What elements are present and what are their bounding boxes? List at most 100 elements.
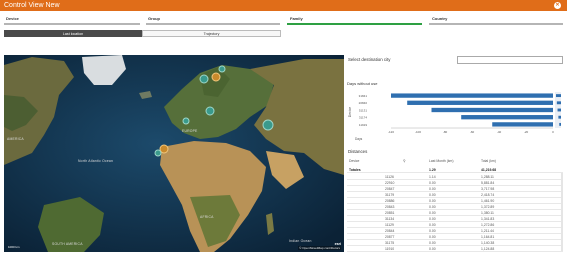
days-bar[interactable] (492, 122, 553, 127)
days-bar[interactable] (461, 115, 553, 120)
days-scroller-bar (557, 108, 561, 112)
days-without-use-title: Days without use (347, 81, 378, 86)
table-cell: 0.00 (429, 198, 436, 203)
map-label-indian-ocean: Indian Ocean (289, 239, 312, 243)
days-x-tick-label: -80 (443, 130, 448, 134)
days-chart-svg: Device 31841 20840 51131 31174 11919 -120 -100 -… (348, 92, 561, 141)
table-row[interactable]: 20877 0.00 1,164.81 (347, 234, 563, 240)
table-cell: 22910 (385, 180, 395, 185)
table-cell: 31134 (385, 216, 395, 221)
column-header[interactable]: Device (349, 159, 359, 163)
table-cell: 1,341.83 (481, 216, 495, 221)
table-cell: 20877 (385, 234, 395, 239)
table-cell: 0.00 (429, 216, 436, 221)
tab-trajectory[interactable]: Trajectory (142, 30, 281, 37)
table-cell: Totales (349, 167, 361, 172)
table-row[interactable]: 20886 0.00 1,461.90 (347, 198, 563, 204)
table-cell: 0.00 (429, 192, 436, 197)
column-header[interactable]: Total (km) (481, 159, 496, 163)
table-cell: 1.29 (429, 167, 436, 172)
filter-country-label[interactable]: Country (432, 16, 447, 21)
table-cell: 20847 (385, 186, 395, 191)
map-view[interactable]: AMERICA North Atlantic Ocean EUROPE AFRI… (4, 55, 344, 252)
days-scroller-bar (556, 101, 561, 105)
table-cell: 0.00 (429, 234, 436, 239)
filter-family-label[interactable]: Family (290, 16, 303, 21)
table-cell: 1,140.38 (481, 240, 495, 245)
table-row[interactable]: 20851 0.00 1,380.11 (347, 210, 563, 216)
days-bar[interactable] (407, 100, 553, 105)
table-row[interactable]: 31134 0.00 1,341.83 (347, 216, 563, 222)
cluster-marker[interactable] (262, 119, 274, 131)
column-header[interactable]: Last Month (km) (429, 159, 454, 163)
table-cell: 1,211.44 (481, 228, 494, 233)
table-row[interactable]: 22910 0.00 5,881.84 (347, 180, 563, 186)
table-cell: 0.00 (429, 180, 436, 185)
filter-group-track[interactable] (146, 23, 280, 25)
search-icon[interactable]: ⚲ (403, 159, 405, 163)
table-cell: 20886 (385, 198, 395, 203)
days-x-tick-label: -40 (497, 130, 502, 134)
days-category-label: 31174 (359, 116, 367, 120)
map-scale: 1000 km (8, 245, 20, 249)
days-without-use-chart[interactable]: Device 31841 20840 51131 31174 11919 -120 -100 -… (347, 88, 563, 146)
filter-family-track[interactable] (287, 23, 422, 25)
table-row[interactable]: 11910 0.00 1,124.88 (347, 246, 563, 252)
distances-title: Distances (348, 149, 368, 154)
days-scroller-bar (559, 122, 561, 126)
days-x-tick-label: -60 (470, 130, 475, 134)
close-icon[interactable]: ✕ (554, 2, 561, 9)
map-label-america: AMERICA (7, 137, 24, 141)
destination-input[interactable] (457, 56, 563, 64)
table-cell: 20844 (385, 228, 395, 233)
days-category-label: 31841 (359, 94, 368, 98)
days-category-label: 51131 (359, 108, 367, 112)
distances-table[interactable]: Device Last Month (km) Total (km) ⚲ Totales 1… (347, 157, 563, 252)
table-row[interactable]: 20843 0.00 1,372.89 (347, 204, 563, 210)
cluster-marker[interactable] (205, 106, 215, 116)
cluster-marker[interactable] (211, 72, 221, 82)
table-cell: 11126 (385, 174, 394, 179)
table-row[interactable]: 31175 0.00 1,140.38 (347, 240, 563, 246)
days-x-tick-label: -120 (388, 130, 394, 134)
table-cell: 31175 (385, 240, 395, 245)
table-row[interactable]: 20844 0.00 1,211.44 (347, 228, 563, 234)
filter-device-track[interactable] (4, 23, 140, 25)
filter-group-label[interactable]: Group (148, 16, 160, 21)
filter-country-track[interactable] (429, 23, 563, 25)
table-cell: 31179 (385, 192, 395, 197)
table-header: Device Last Month (km) Total (km) ⚲ (347, 157, 563, 165)
table-cell: 1,380.11 (481, 210, 494, 215)
days-bar[interactable] (431, 107, 554, 113)
table-cell: 20851 (385, 210, 395, 215)
cluster-marker[interactable] (182, 117, 190, 125)
table-cell: 0.00 (429, 222, 436, 227)
table-row[interactable]: 11129 0.00 1,272.86 (347, 222, 563, 228)
table-cell: 2,418.74 (481, 192, 495, 197)
table-cell: 0.00 (429, 186, 436, 191)
table-cell: 1,272.86 (481, 222, 495, 227)
table-row[interactable]: 11126 1.14 1,288.11 (347, 174, 563, 180)
cluster-marker[interactable] (218, 65, 226, 73)
table-cell: 1,288.11 (481, 174, 494, 179)
table-cell: 0.00 (429, 246, 436, 251)
map-label-south-america: SOUTH AMERICA (52, 242, 83, 246)
days-bar[interactable] (391, 93, 553, 98)
app-header (0, 0, 567, 11)
table-cell: 11910 (385, 246, 395, 251)
table-row[interactable]: 20847 0.00 3,717.98 (347, 186, 563, 192)
map-label-ocean: North Atlantic Ocean (78, 159, 114, 163)
table-cell: 11129 (385, 222, 394, 227)
map-attribution[interactable]: © OpenStreetMap contributors (298, 246, 341, 250)
map-basemap (4, 55, 344, 252)
table-totals-row[interactable]: Totales 1.29 41,219.68 (347, 167, 563, 173)
days-category-label: 20840 (359, 101, 368, 105)
days-scroller-bar (558, 115, 561, 119)
cluster-marker[interactable] (199, 74, 209, 84)
table-cell: 0.00 (429, 210, 436, 215)
cluster-marker[interactable] (154, 149, 162, 157)
tab-last-location[interactable]: Last location (4, 30, 142, 37)
filter-device-label[interactable]: Device (6, 16, 19, 21)
table-scrollbar[interactable] (561, 173, 563, 251)
table-row[interactable]: 31179 0.00 2,418.74 (347, 192, 563, 198)
